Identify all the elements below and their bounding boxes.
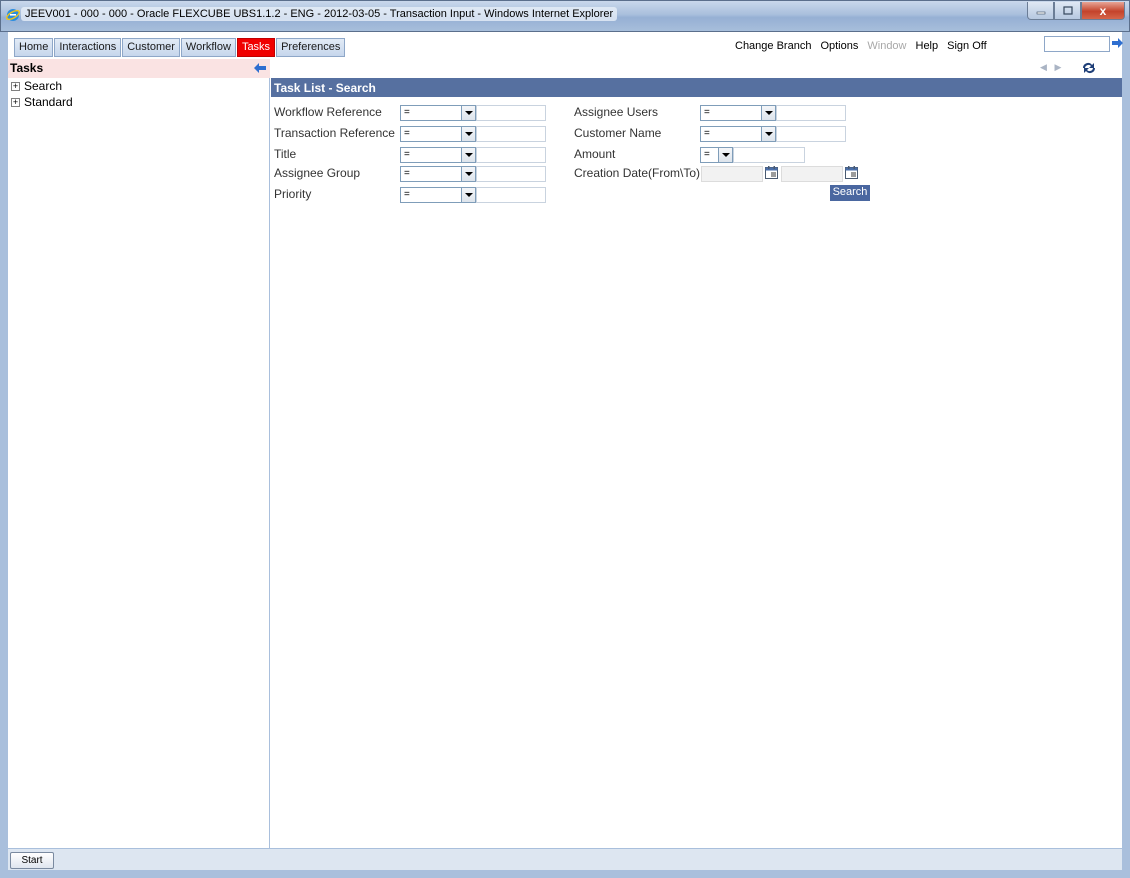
tab-tasks[interactable]: Tasks	[236, 38, 276, 57]
window-title: JEEV001 - 000 - 000 - Oracle FLEXCUBE UB…	[21, 7, 618, 21]
chevron-down-icon[interactable]	[461, 167, 475, 181]
help-link[interactable]: Help	[916, 40, 939, 52]
assignee-group-operator-select[interactable]: =	[400, 166, 476, 182]
chevron-down-icon[interactable]	[761, 106, 775, 120]
title-input[interactable]	[476, 147, 546, 163]
expand-plus-icon[interactable]: +	[11, 81, 20, 91]
creation-date-label: Creation Date(From\To)	[574, 166, 701, 180]
sub-header-bar: Tasks ◀ ▶	[8, 59, 1122, 78]
assignee-users-operator-select[interactable]: =	[700, 105, 776, 121]
tab-navigation-arrows: ◀ ▶	[1040, 62, 1061, 73]
workflow-reference-input[interactable]	[476, 105, 546, 121]
priority-operator-select[interactable]: =	[400, 187, 476, 203]
status-bar: Start	[8, 848, 1122, 870]
previous-icon[interactable]: ◀	[1040, 62, 1047, 72]
assignee-users-label: Assignee Users	[574, 105, 659, 119]
change-branch-link[interactable]: Change Branch	[735, 40, 811, 52]
chevron-down-icon[interactable]	[461, 106, 475, 120]
window-controls: x	[1027, 2, 1125, 20]
section-title: Task List - Search	[271, 78, 1122, 97]
next-icon[interactable]: ▶	[1054, 62, 1061, 72]
tab-preferences[interactable]: Preferences	[276, 38, 346, 57]
amount-input[interactable]	[733, 147, 805, 163]
close-icon: x	[1099, 3, 1107, 18]
sidebar-title: Tasks	[8, 59, 270, 78]
go-arrow-icon[interactable]	[1112, 37, 1124, 49]
close-button[interactable]: x	[1081, 2, 1125, 20]
customer-name-operator-select[interactable]: =	[700, 126, 776, 142]
transaction-reference-input[interactable]	[476, 126, 546, 142]
priority-label: Priority	[274, 187, 312, 201]
workflow-reference-operator-select[interactable]: =	[400, 105, 476, 121]
top-links: Change Branch Options Window Help Sign O…	[735, 40, 996, 52]
sign-off-link[interactable]: Sign Off	[947, 40, 987, 52]
creation-date-from-input[interactable]	[701, 166, 763, 182]
transaction-reference-operator-select[interactable]: =	[400, 126, 476, 142]
tab-workflow[interactable]: Workflow	[180, 38, 236, 57]
menu-tabs: Home Interactions Customer Workflow Task…	[14, 38, 346, 57]
options-link[interactable]: Options	[820, 40, 858, 52]
tree-item-search[interactable]: + Search	[8, 78, 269, 94]
title-label: Title	[274, 147, 297, 161]
tree-item-label: Search	[24, 79, 63, 93]
workflow-reference-label: Workflow Reference	[274, 105, 382, 119]
chevron-down-icon[interactable]	[461, 148, 475, 162]
priority-input[interactable]	[476, 187, 546, 203]
chevron-down-icon[interactable]	[718, 148, 732, 162]
internet-explorer-icon	[6, 9, 20, 21]
window-link: Window	[867, 40, 907, 52]
transaction-reference-label: Transaction Reference	[274, 126, 395, 140]
tab-interactions[interactable]: Interactions	[54, 38, 122, 57]
calendar-icon[interactable]	[765, 166, 778, 179]
maximize-button[interactable]	[1054, 2, 1081, 20]
customer-name-input[interactable]	[776, 126, 846, 142]
tree-item-label: Standard	[24, 95, 73, 109]
customer-name-label: Customer Name	[574, 126, 662, 140]
chevron-down-icon[interactable]	[461, 188, 475, 202]
top-menu-bar: Home Interactions Customer Workflow Task…	[8, 32, 1124, 59]
minimize-button[interactable]	[1027, 2, 1054, 20]
chevron-down-icon[interactable]	[461, 127, 475, 141]
title-operator-select[interactable]: =	[400, 147, 476, 163]
tab-customer[interactable]: Customer	[122, 38, 180, 57]
refresh-icon[interactable]	[1082, 62, 1096, 74]
task-list-search-panel: Task List - Search Workflow Reference = …	[271, 78, 1122, 848]
collapse-panel-arrow-icon[interactable]	[253, 62, 266, 74]
search-button[interactable]: Search	[830, 185, 870, 201]
window-titlebar: JEEV001 - 000 - 000 - Oracle FLEXCUBE UB…	[0, 0, 1130, 32]
assignee-group-label: Assignee Group	[274, 166, 361, 180]
amount-operator-select[interactable]: =	[700, 147, 733, 163]
tree-item-standard[interactable]: + Standard	[8, 94, 269, 110]
tab-home[interactable]: Home	[14, 38, 54, 57]
maximize-icon	[1062, 6, 1073, 15]
start-button[interactable]: Start	[10, 852, 54, 869]
minimize-icon	[1036, 11, 1045, 14]
quick-function-input[interactable]	[1044, 36, 1110, 52]
assignee-users-input[interactable]	[776, 105, 846, 121]
tasks-tree-panel: + Search + Standard	[8, 78, 270, 848]
chevron-down-icon[interactable]	[761, 127, 775, 141]
calendar-icon[interactable]	[845, 166, 858, 179]
amount-label: Amount	[574, 147, 616, 161]
assignee-group-input[interactable]	[476, 166, 546, 182]
creation-date-to-input[interactable]	[781, 166, 843, 182]
expand-plus-icon[interactable]: +	[11, 97, 20, 107]
